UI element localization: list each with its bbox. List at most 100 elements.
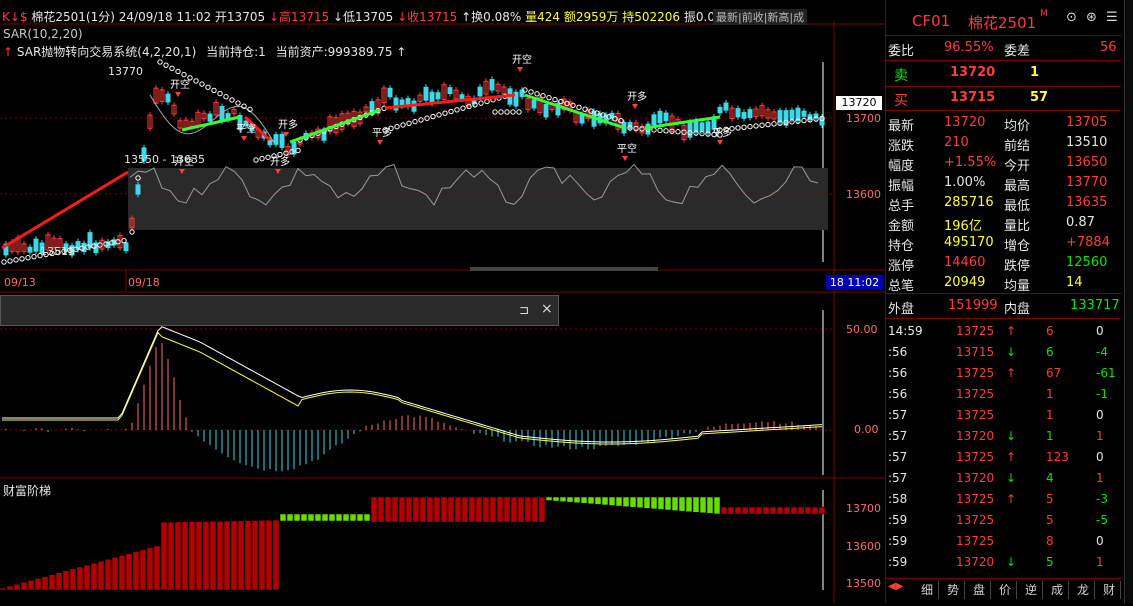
ladder-bar	[559, 496, 567, 502]
stat-value: 13635	[1066, 195, 1108, 210]
ladder-axis-13600: 13600	[846, 540, 881, 553]
ladder-bar	[804, 506, 812, 515]
bottom-tab[interactable]: 成	[1046, 581, 1069, 599]
tick-row[interactable]: :57 13720 ↓ 4 1	[886, 468, 1121, 489]
ladder-bar	[377, 496, 385, 523]
low-annotation: 13515	[40, 245, 75, 258]
ladder-bar	[363, 513, 371, 522]
range-band	[128, 168, 828, 230]
stat-row: 总笔 20949 均量 14	[886, 273, 1121, 294]
target-icon[interactable]: ⊛	[1086, 10, 1097, 25]
sar-dot	[217, 90, 223, 97]
bottom-tab[interactable]: 财	[1098, 581, 1121, 599]
ladder-bar	[293, 513, 301, 522]
candle-body	[489, 79, 495, 91]
tick-row[interactable]: :57 13725 ↑ 123 0	[886, 447, 1121, 468]
volume-value: 量424	[525, 10, 561, 24]
ladder-bar	[153, 545, 161, 591]
signal-label: 开空	[170, 78, 190, 91]
list-icon[interactable]: ☰	[1106, 10, 1118, 25]
ladder-bar	[496, 496, 504, 523]
axis-label-13700: 13700	[846, 112, 881, 125]
sell-row[interactable]: 卖 13720 1	[886, 63, 1121, 84]
bar-time: 11:02	[176, 10, 212, 24]
bottom-tab[interactable]: 盘	[968, 581, 991, 599]
sar-dot	[765, 121, 771, 128]
position-value: 持502206	[622, 10, 681, 24]
ladder-bar	[314, 513, 322, 522]
bottom-tab[interactable]: 细	[916, 581, 939, 599]
tick-volume: 123	[1046, 450, 1069, 464]
pin-icon[interactable]: ⊐	[519, 303, 529, 317]
signal-arrow-icon	[377, 140, 383, 145]
stat-label: 总笔	[888, 279, 915, 294]
tick-row[interactable]: :59 13725 5 -5	[886, 510, 1121, 531]
ladder-bar	[790, 506, 798, 515]
ladder-bar	[202, 521, 210, 591]
sar-dot	[1, 259, 7, 265]
tick-row[interactable]: :56 13725 1 -1	[886, 384, 1121, 405]
tick-delta: 0	[1096, 408, 1104, 422]
ladder-bar	[160, 522, 168, 591]
tick-row[interactable]: :59 13725 8 0	[886, 531, 1121, 552]
tick-volume: 1	[1046, 408, 1054, 422]
signal-arrow-icon	[241, 136, 247, 141]
sar-dot	[741, 124, 747, 130]
stat-row: 金额 196亿 量比 0.87	[886, 213, 1121, 234]
buy-volume: 57	[1030, 90, 1049, 105]
wei-cha-label: 委差	[1004, 44, 1031, 59]
tick-row[interactable]: :57 13720 ↓ 1 1	[886, 426, 1121, 447]
tick-volume: 8	[1046, 534, 1054, 548]
main-chart-area[interactable]: 开空 平空 开多 平多 开空 平空 开多 平多 开空 开多 K↓$ 棉花2501(1分) 24/0…	[0, 0, 885, 603]
sar-dot	[193, 78, 199, 84]
ladder-bar	[118, 555, 126, 591]
bottom-tab[interactable]: 势	[942, 581, 965, 599]
candle-body	[135, 184, 141, 195]
sar-dot	[747, 123, 753, 130]
stat-value: 196亿	[944, 219, 982, 234]
close-icon[interactable]: ×	[541, 301, 553, 317]
tick-volume: 5	[1046, 555, 1054, 569]
buy-label: 买	[894, 93, 908, 109]
tick-price: 13725	[956, 366, 995, 380]
ladder-bar	[0, 587, 7, 591]
buy-row[interactable]: 买 13715 57	[886, 88, 1121, 109]
stat-value: +1.55%	[944, 155, 997, 170]
sar-dot	[564, 100, 570, 107]
stat-value: 13510	[1066, 135, 1108, 150]
sar-trend-line	[289, 108, 381, 144]
ladder-bar	[734, 506, 742, 515]
ladder-bar	[629, 496, 637, 508]
candle-body	[387, 87, 393, 98]
tick-row[interactable]: :59 13720 ↓ 5 1	[886, 552, 1121, 573]
ladder-title: 财富阶梯	[3, 484, 52, 498]
floating-panel[interactable]: ⊐ ×	[0, 295, 559, 326]
ladder-bar	[664, 496, 672, 511]
ladder-bar	[258, 520, 266, 591]
bottom-tab[interactable]: 价	[994, 581, 1017, 599]
ladder-bar	[335, 513, 343, 522]
tick-row[interactable]: 14:59 13725 ↑ 6 0	[886, 321, 1121, 342]
sell-volume: 1	[1030, 65, 1040, 80]
scroll-left-icon[interactable]: ◀▶	[888, 581, 903, 592]
tick-row[interactable]: :58 13725 ↑ 5 -3	[886, 489, 1121, 510]
toolbar-icons[interactable]: K↓$	[2, 10, 28, 24]
stat-value: 0.87	[1066, 215, 1095, 230]
tick-row[interactable]: :56 13725 ↑ 67 -61	[886, 363, 1121, 384]
tick-row[interactable]: :57 13725 1 0	[886, 405, 1121, 426]
ladder-bar	[748, 506, 756, 515]
settings-icon[interactable]: ⊙	[1066, 10, 1077, 25]
ladder-axis-13700: 13700	[846, 502, 881, 515]
ladder-bar	[671, 496, 679, 511]
quote-toolbar[interactable]: 最新|前收|新高|成	[713, 9, 808, 25]
tick-time: :56	[888, 366, 908, 380]
tick-row[interactable]: :56 13715 ↓ 6 -4	[886, 342, 1121, 363]
stat-value: 495170	[944, 235, 994, 250]
bottom-tab[interactable]: 逆	[1020, 581, 1043, 599]
ladder-bar	[384, 496, 392, 523]
ladder-bar	[48, 574, 56, 591]
tick-price: 13720	[956, 429, 995, 443]
bottom-tab[interactable]: 龙	[1072, 581, 1095, 599]
side-scrollbar[interactable]	[1124, 0, 1133, 603]
time-cursor-tag: 18 11:02	[826, 275, 883, 290]
